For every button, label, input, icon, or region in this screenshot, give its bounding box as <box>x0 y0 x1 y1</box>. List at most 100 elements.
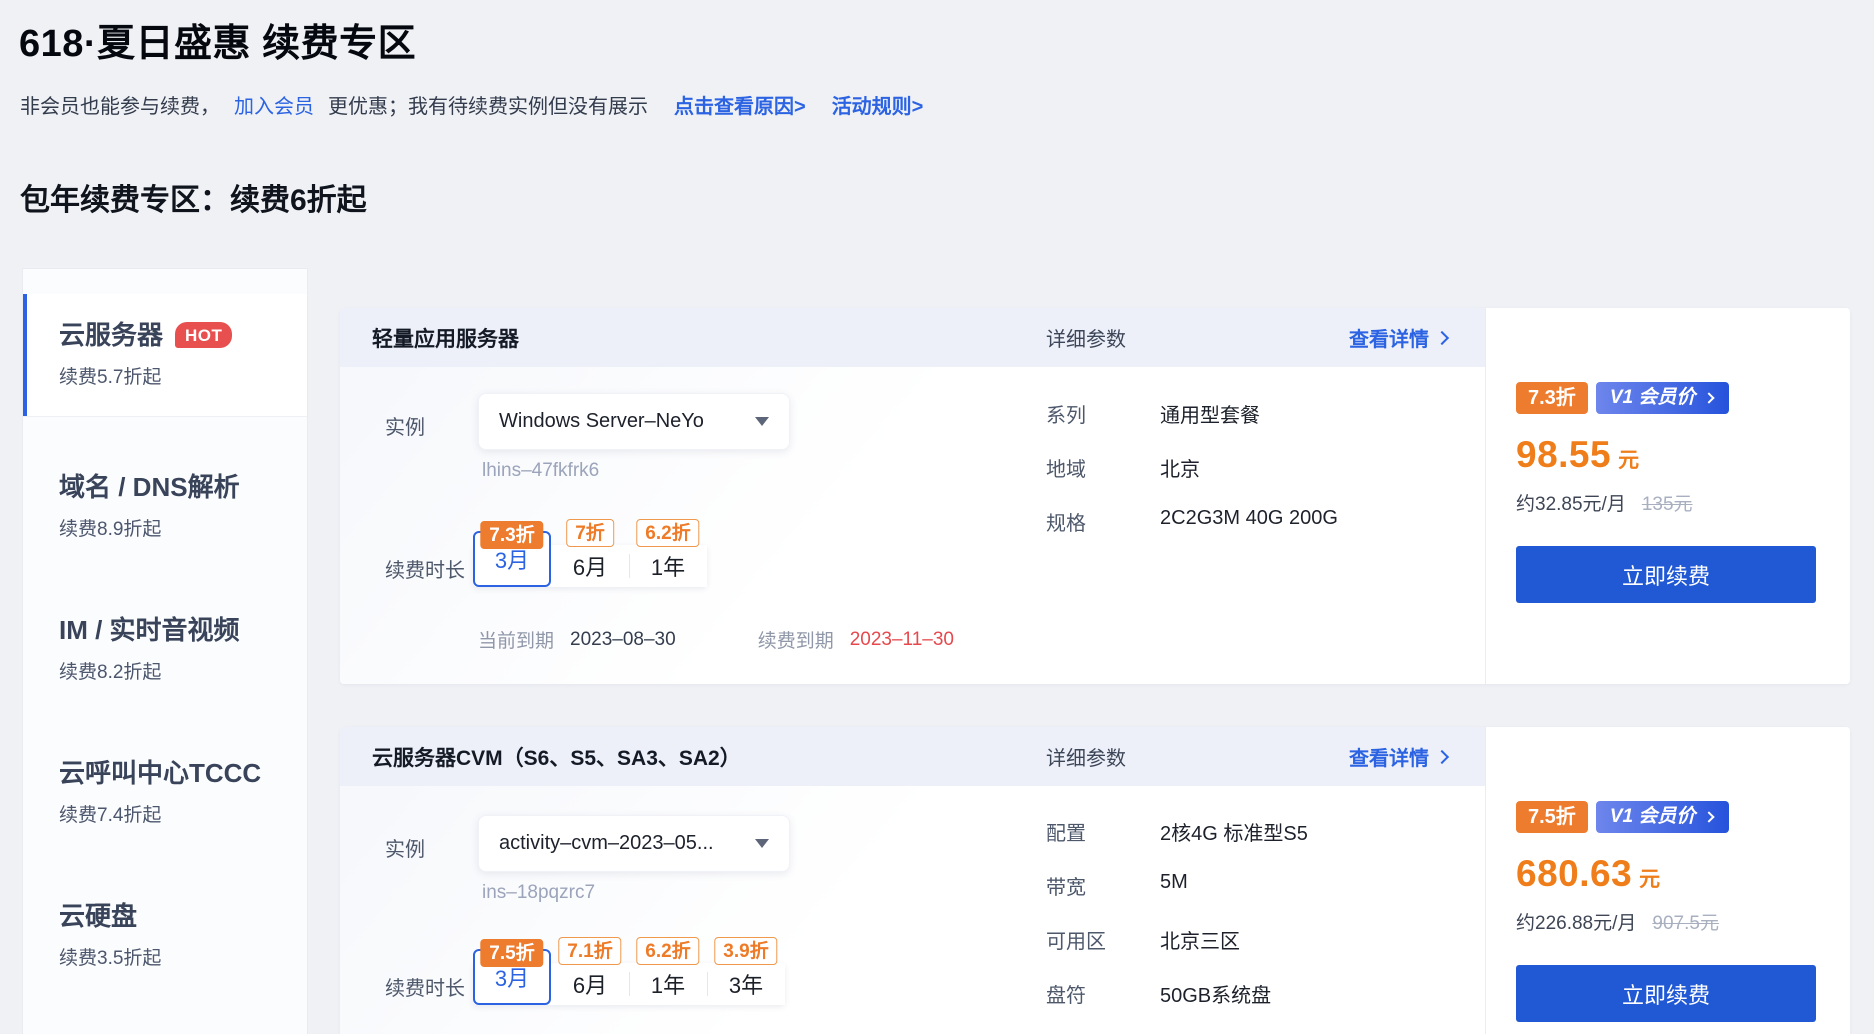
sidebar-item-title: 云呼叫中心TCCC <box>59 756 307 790</box>
sidebar-item-subtitle: 续费5.7折起 <box>59 366 307 390</box>
detail-value: 北京 <box>1160 453 1200 482</box>
detail-label: 可用区 <box>1046 925 1106 954</box>
page-title: 618·夏日盛惠 续费专区 <box>19 12 416 67</box>
sidebar-item-title: 云服务器 <box>59 318 163 352</box>
detail-value: 2C2G3M 40G 200G <box>1160 507 1338 530</box>
member-price-pill[interactable]: V1 会员价 <box>1596 382 1730 414</box>
detail-label: 配置 <box>1046 817 1086 846</box>
card-header: 云服务器CVM（S6、S5、SA3、SA2） 详细参数 查看详情 <box>340 727 1485 786</box>
sidebar-item-im[interactable]: IM / 实时音视频 续费8.2折起 <box>23 613 307 685</box>
join-member-link[interactable]: 加入会员 <box>234 90 314 119</box>
product-card-cvm: 云服务器CVM（S6、S5、SA3、SA2） 详细参数 查看详情 实例 acti… <box>340 727 1850 1034</box>
category-sidebar: 云服务器 HOT 续费5.7折起 域名 / DNS解析 续费8.9折起 IM /… <box>22 268 308 1034</box>
chevron-right-icon <box>1435 749 1449 763</box>
sidebar-item-cloud-server[interactable]: 云服务器 HOT 续费5.7折起 <box>23 294 307 416</box>
card-title: 轻量应用服务器 <box>372 323 519 353</box>
discount-badge: 7.5折 <box>1516 801 1588 833</box>
expire-dates-row: 当前到期 2023–08–30 续费到期 2023–11–30 <box>478 626 954 653</box>
view-detail-link[interactable]: 查看详情 <box>1349 742 1447 771</box>
detail-label: 地域 <box>1046 453 1086 482</box>
permonth-price: 约226.88元/月 <box>1516 908 1636 935</box>
detail-value: 北京三区 <box>1160 925 1240 954</box>
subtitle-row: 非会员也能参与续费， 加入会员 更优惠；我有待续费实例但没有展示 点击查看原因>… <box>20 90 923 119</box>
detail-value: 通用型套餐 <box>1160 399 1260 428</box>
view-detail-link[interactable]: 查看详情 <box>1349 323 1447 352</box>
discount-tag: 7折 <box>566 519 614 547</box>
activity-rules-link[interactable]: 活动规则> <box>832 90 924 119</box>
sidebar-item-tccc[interactable]: 云呼叫中心TCCC 续费7.4折起 <box>23 756 307 828</box>
sidebar-item-dns[interactable]: 域名 / DNS解析 续费8.9折起 <box>23 470 307 542</box>
detail-label: 系列 <box>1046 399 1086 428</box>
renew-now-button[interactable]: 立即续费 <box>1516 965 1816 1022</box>
discount-badge: 7.3折 <box>1516 382 1588 414</box>
detail-params-label: 详细参数 <box>1046 323 1126 352</box>
detail-label: 规格 <box>1046 507 1086 536</box>
price-line: 680.63 元 <box>1516 853 1850 895</box>
duration-options: 7.5折 3月 7.1折 6月 6.2折 1年 3.9折 3年 <box>473 963 785 1005</box>
detail-params-label: 详细参数 <box>1046 742 1126 771</box>
duration-option-6m[interactable]: 7.1折 6月 <box>551 963 629 1005</box>
duration-option-3m[interactable]: 7.5折 3月 <box>473 949 551 1005</box>
sidebar-item-title: IM / 实时音视频 <box>59 613 307 647</box>
duration-option-1y[interactable]: 6.2折 1年 <box>629 963 707 1005</box>
discount-tag: 3.9折 <box>714 937 777 965</box>
chevron-down-icon <box>755 839 769 848</box>
duration-option-6m[interactable]: 7折 6月 <box>551 545 629 587</box>
duration-option-3y[interactable]: 3.9折 3年 <box>707 963 785 1005</box>
card-header: 轻量应用服务器 详细参数 查看详情 <box>340 308 1485 367</box>
sidebar-item-subtitle: 续费8.9折起 <box>59 518 307 542</box>
renewal-page: 618·夏日盛惠 续费专区 非会员也能参与续费， 加入会员 更优惠；我有待续费实… <box>0 0 1874 1034</box>
card-body: 云服务器CVM（S6、S5、SA3、SA2） 详细参数 查看详情 实例 acti… <box>340 727 1485 1034</box>
price-unit: 元 <box>1639 863 1660 893</box>
instance-select-value: Windows Server–NeYo <box>499 410 745 433</box>
renew-now-button[interactable]: 立即续费 <box>1516 546 1816 603</box>
discount-tag: 6.2折 <box>636 937 699 965</box>
subtitle-prefix: 非会员也能参与续费， <box>20 90 220 119</box>
duration-option-3m[interactable]: 7.3折 3月 <box>473 531 551 587</box>
card-body: 轻量应用服务器 详细参数 查看详情 实例 Windows Server–NeYo… <box>340 308 1485 684</box>
original-price: 135元 <box>1642 489 1693 516</box>
price-amount: 98.55 <box>1516 434 1611 476</box>
price-line: 98.55 元 <box>1516 434 1850 476</box>
sidebar-item-cbs[interactable]: 云硬盘 续费3.5折起 <box>23 899 307 971</box>
detail-label: 盘符 <box>1046 979 1086 1008</box>
instance-id: lhins–47fkfrk6 <box>482 460 599 482</box>
detail-value: 50GB系统盘 <box>1160 979 1271 1008</box>
permonth-line: 约32.85元/月 135元 <box>1516 489 1850 516</box>
discount-tag: 7.5折 <box>480 939 543 967</box>
sidebar-item-subtitle: 续费7.4折起 <box>59 804 307 828</box>
detail-value: 5M <box>1160 871 1188 894</box>
permonth-price: 约32.85元/月 <box>1516 489 1626 516</box>
renew-expire-value: 2023–11–30 <box>850 629 954 651</box>
duration-label: 续费时长 <box>385 972 465 1001</box>
chevron-right-icon <box>1704 392 1715 403</box>
sidebar-item-title: 云硬盘 <box>59 899 307 933</box>
instance-label: 实例 <box>385 411 425 440</box>
detail-value: 2核4G 标准型S5 <box>1160 817 1308 846</box>
hot-badge: HOT <box>175 322 232 348</box>
chevron-right-icon <box>1435 330 1449 344</box>
price-panel: 7.3折 V1 会员价 98.55 元 约32.85元/月 135元 立即续费 <box>1485 308 1850 684</box>
original-price: 907.5元 <box>1652 908 1719 935</box>
permonth-line: 约226.88元/月 907.5元 <box>1516 908 1850 935</box>
subtitle-middle: 更优惠；我有待续费实例但没有展示 <box>328 90 648 119</box>
sidebar-item-subtitle: 续费3.5折起 <box>59 947 307 971</box>
discount-tag: 6.2折 <box>636 519 699 547</box>
chevron-right-icon <box>1704 811 1715 822</box>
duration-option-1y[interactable]: 6.2折 1年 <box>629 545 707 587</box>
instance-select-value: activity–cvm–2023–05... <box>499 832 745 855</box>
current-expire-value: 2023–08–30 <box>570 629 676 651</box>
instance-select[interactable]: activity–cvm–2023–05... <box>478 815 790 872</box>
instance-select[interactable]: Windows Server–NeYo <box>478 393 790 450</box>
instance-label: 实例 <box>385 833 425 862</box>
view-reason-link[interactable]: 点击查看原因> <box>674 90 806 119</box>
renew-expire-label: 续费到期 <box>758 626 834 653</box>
section-title: 包年续费专区：续费6折起 <box>20 175 367 219</box>
price-amount: 680.63 <box>1516 853 1632 895</box>
detail-label: 带宽 <box>1046 871 1086 900</box>
member-price-pill[interactable]: V1 会员价 <box>1596 801 1730 833</box>
duration-label: 续费时长 <box>385 554 465 583</box>
product-card-lighthouse: 轻量应用服务器 详细参数 查看详情 实例 Windows Server–NeYo… <box>340 308 1850 684</box>
discount-tag: 7.3折 <box>480 521 543 549</box>
duration-options: 7.3折 3月 7折 6月 6.2折 1年 <box>473 545 707 587</box>
